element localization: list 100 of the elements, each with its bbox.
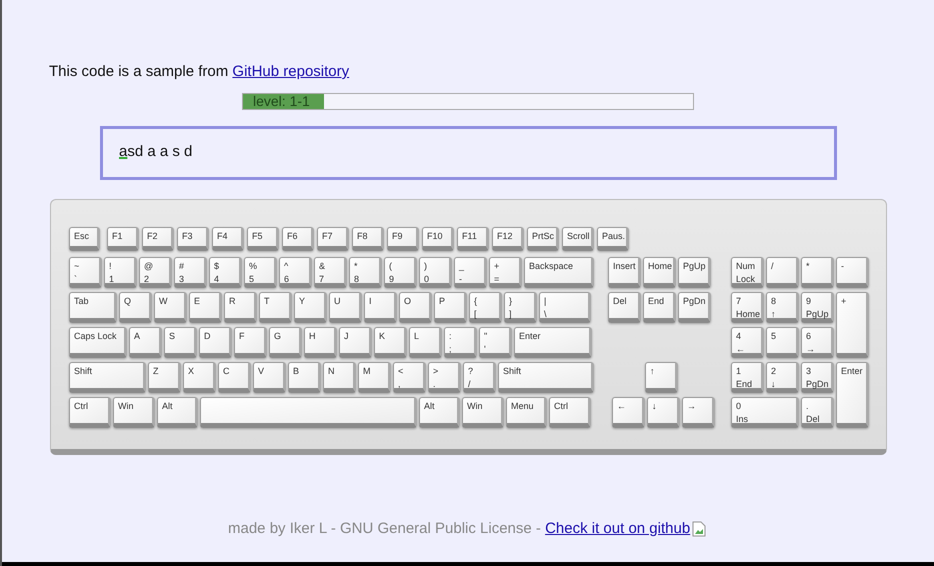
repository-link[interactable]: GitHub repository xyxy=(232,63,350,80)
keyboard-key[interactable]: F8 xyxy=(352,226,384,250)
keyboard-key[interactable]: 3 PgDn xyxy=(801,362,834,392)
keyboard-key[interactable]: Win xyxy=(113,396,155,428)
keyboard-key[interactable]: ? / xyxy=(463,362,496,392)
keyboard-key[interactable]: 5 xyxy=(766,326,799,358)
keyboard-key[interactable]: ! 1 xyxy=(104,256,137,288)
keyboard-key[interactable]: Win xyxy=(462,396,504,428)
keyboard-key[interactable]: Insert xyxy=(608,256,641,288)
keyboard-key[interactable]: K xyxy=(374,326,407,358)
keyboard-key[interactable]: $ 4 xyxy=(209,256,242,288)
keyboard-key[interactable]: Enter xyxy=(514,326,592,358)
keyboard-key[interactable]: Z xyxy=(148,362,181,392)
keyboard-key[interactable]: O xyxy=(399,292,432,322)
keyboard-key[interactable]: F11 xyxy=(457,226,489,250)
keyboard-key[interactable]: | \ xyxy=(539,292,591,322)
keyboard-key[interactable]: * 8 xyxy=(349,256,382,288)
keyboard-key[interactable]: R xyxy=(224,292,257,322)
keyboard-key[interactable]: + xyxy=(836,292,869,358)
keyboard-key[interactable]: ^ 6 xyxy=(279,256,312,288)
keyboard-key[interactable]: % 5 xyxy=(244,256,277,288)
keyboard-key[interactable]: 7 Home xyxy=(731,292,764,322)
keyboard-key[interactable]: S xyxy=(164,326,197,358)
keyboard-key[interactable]: 6 → xyxy=(801,326,834,358)
keyboard-key[interactable]: Paus. xyxy=(597,226,629,250)
keyboard-key[interactable]: Menu xyxy=(506,396,547,428)
keyboard-key[interactable]: PgDn xyxy=(678,292,711,322)
keyboard-key[interactable]: F xyxy=(234,326,267,358)
keyboard-key[interactable]: Alt xyxy=(157,396,198,428)
keyboard-key[interactable]: F6 xyxy=(282,226,314,250)
keyboard-key[interactable]: Alt xyxy=(419,396,460,428)
keyboard-key[interactable]: B xyxy=(288,362,321,392)
keyboard-key[interactable]: F4 xyxy=(212,226,244,250)
keyboard-key[interactable]: G xyxy=(269,326,302,358)
keyboard-key[interactable]: End xyxy=(643,292,676,322)
keyboard-key[interactable]: F5 xyxy=(247,226,279,250)
keyboard-key[interactable]: F7 xyxy=(317,226,349,250)
keyboard-key[interactable]: - xyxy=(836,256,869,288)
keyboard-key[interactable]: M xyxy=(358,362,391,392)
keyboard-key[interactable]: 9 PgUp xyxy=(801,292,834,322)
keyboard-key[interactable]: " ' xyxy=(479,326,512,358)
keyboard-key[interactable]: C xyxy=(218,362,251,392)
keyboard-key[interactable]: ↓ xyxy=(647,396,680,428)
keyboard-key[interactable]: Num Lock xyxy=(731,256,764,288)
keyboard-key[interactable]: ← xyxy=(612,396,645,428)
keyboard-key[interactable]: } ] xyxy=(504,292,537,322)
keyboard-key[interactable]: Enter xyxy=(836,362,869,428)
keyboard-key[interactable]: V xyxy=(253,362,286,392)
keyboard-key[interactable]: P xyxy=(434,292,467,322)
keyboard-key[interactable]: * xyxy=(801,256,834,288)
keyboard-key[interactable]: . Del xyxy=(801,396,834,428)
keyboard-key[interactable]: A xyxy=(129,326,162,358)
keyboard-key[interactable]: Tab xyxy=(69,292,117,322)
keyboard-key[interactable]: E xyxy=(189,292,222,322)
keyboard-key[interactable]: # 3 xyxy=(174,256,207,288)
keyboard-key[interactable]: N xyxy=(323,362,356,392)
keyboard-key[interactable]: & 7 xyxy=(314,256,347,288)
keyboard-key[interactable]: J xyxy=(339,326,372,358)
keyboard-key[interactable]: @ 2 xyxy=(139,256,172,288)
keyboard-key[interactable]: / xyxy=(766,256,799,288)
keyboard-key[interactable]: F2 xyxy=(142,226,174,250)
keyboard-key[interactable]: D xyxy=(199,326,232,358)
keyboard-key[interactable]: PgUp xyxy=(678,256,711,288)
keyboard-key[interactable]: W xyxy=(154,292,187,322)
keyboard-key[interactable]: Del xyxy=(608,292,641,322)
keyboard-key[interactable]: Ctrl xyxy=(549,396,591,428)
keyboard-key[interactable]: 0 Ins xyxy=(731,396,799,428)
keyboard-key[interactable]: F12 xyxy=(492,226,524,250)
keyboard-key[interactable]: ↑ xyxy=(645,362,678,392)
keyboard-key[interactable]: Backspace xyxy=(524,256,594,288)
keyboard-key[interactable]: PrtSc xyxy=(527,226,559,250)
keyboard-key[interactable]: Scroll xyxy=(562,226,594,250)
keyboard-key[interactable]: I xyxy=(364,292,397,322)
keyboard-key[interactable]: 2 ↓ xyxy=(766,362,799,392)
keyboard-key[interactable]: X xyxy=(183,362,216,392)
keyboard-key[interactable]: H xyxy=(304,326,337,358)
keyboard-key[interactable]: → xyxy=(682,396,715,428)
keyboard-key[interactable]: ~ ` xyxy=(69,256,102,288)
keyboard-key[interactable]: L xyxy=(409,326,442,358)
keyboard-key[interactable]: Caps Lock xyxy=(69,326,127,358)
keyboard-key[interactable]: F9 xyxy=(387,226,419,250)
keyboard-key[interactable]: F3 xyxy=(177,226,209,250)
keyboard-key[interactable]: + = xyxy=(489,256,522,288)
keyboard-key[interactable]: 8 ↑ xyxy=(766,292,799,322)
keyboard-key[interactable]: F10 xyxy=(422,226,454,250)
keyboard-key[interactable]: F1 xyxy=(107,226,139,250)
keyboard-key[interactable]: Q xyxy=(119,292,152,322)
keyboard-key[interactable]: Shift xyxy=(69,362,146,392)
keyboard-key[interactable]: ) 0 xyxy=(419,256,452,288)
keyboard-key[interactable]: Ctrl xyxy=(69,396,111,428)
keyboard-key[interactable]: 4 ← xyxy=(731,326,764,358)
keyboard-key[interactable]: ( 9 xyxy=(384,256,417,288)
keyboard-key[interactable] xyxy=(200,396,417,428)
keyboard-key[interactable]: _ - xyxy=(454,256,487,288)
github-link[interactable]: Check it out on github xyxy=(545,520,690,536)
keyboard-key[interactable]: U xyxy=(329,292,362,322)
keyboard-key[interactable]: Shift xyxy=(498,362,594,392)
typing-box[interactable]: asd a a s d xyxy=(100,126,837,180)
keyboard-key[interactable]: : ; xyxy=(444,326,477,358)
keyboard-key[interactable]: Y xyxy=(294,292,327,322)
